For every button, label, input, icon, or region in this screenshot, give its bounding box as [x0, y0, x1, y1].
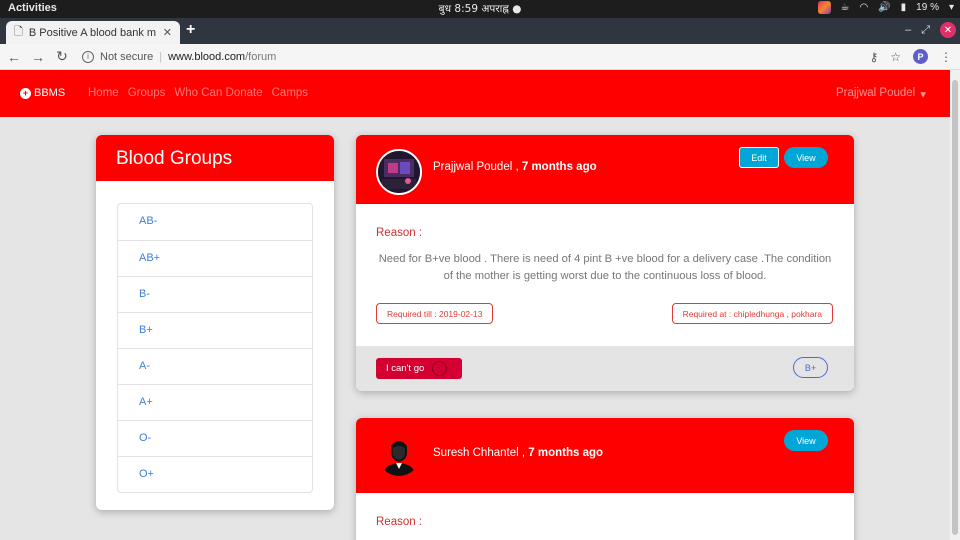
security-status[interactable]: Not secure	[100, 51, 153, 63]
url-separator: |	[159, 50, 163, 63]
post-header: Suresh Chhantel , 7 months ago View	[356, 418, 854, 493]
edit-button[interactable]: Edit	[739, 147, 779, 168]
profile-avatar[interactable]: P	[913, 49, 928, 64]
forward-icon[interactable]: →	[28, 49, 48, 65]
blood-groups-card: Blood Groups AB- AB+ B- B+ A- A+ O- O+	[96, 135, 334, 510]
blood-group-o-neg[interactable]: O-	[118, 420, 312, 456]
star-icon[interactable]: ☆	[890, 50, 901, 64]
reload-icon[interactable]: ↻	[52, 48, 72, 65]
user-silhouette-icon	[382, 441, 416, 476]
avatar	[376, 149, 422, 195]
blood-group-a-neg[interactable]: A-	[118, 348, 312, 384]
nav-link-groups[interactable]: Groups	[128, 87, 166, 99]
back-icon[interactable]: ←	[4, 49, 24, 65]
required-at-badge: Required at : chipledhunga , pokhara	[671, 303, 833, 324]
reason-label: Reason :	[376, 227, 423, 239]
request-post: Suresh Chhantel , 7 months ago View Reas…	[356, 418, 854, 540]
browser-actions: ⚷ ☆ P ⋮	[869, 49, 952, 64]
blood-drop-icon: +	[20, 87, 31, 99]
page-scrollbar[interactable]	[950, 70, 960, 540]
wifi-icon: ◠	[859, 2, 869, 13]
blood-groups-list: AB- AB+ B- B+ A- A+ O- O+	[117, 203, 313, 493]
blood-group-o-pos[interactable]: O+	[118, 456, 312, 492]
url-path[interactable]: /forum	[245, 51, 276, 63]
maximize-icon[interactable]: ⤢	[921, 24, 930, 37]
nav-links: Home Groups Who Can Donate Camps	[88, 87, 308, 99]
user-name: Prajjwal Poudel	[835, 87, 916, 99]
post-author[interactable]: Suresh Chhantel , 7 months ago	[433, 447, 603, 459]
required-till-badge: Required till : 2019-02-13	[376, 303, 494, 324]
url-host[interactable]: www.blood.com	[168, 51, 245, 63]
nav-link-who-can-donate[interactable]: Who Can Donate	[174, 87, 262, 99]
reason-text: Need for B+ve blood . There is need of 4…	[378, 253, 832, 282]
post-time: 7 months ago	[521, 161, 597, 173]
browser-tab[interactable]: 🗋 B Positive A blood bank m ✕	[6, 21, 180, 44]
cant-go-label: I can't go	[386, 363, 425, 374]
nav-link-home[interactable]: Home	[88, 87, 119, 99]
cant-go-button[interactable]: I can't go	[376, 358, 462, 379]
blood-group-b-pos[interactable]: B+	[118, 312, 312, 348]
user-menu[interactable]: Prajjwal Poudel ▾	[836, 87, 926, 101]
browser-tab-strip: 🗋 B Positive A blood bank m ✕ + – ⤢ ✕	[0, 18, 960, 44]
blood-group-a-pos[interactable]: A+	[118, 384, 312, 420]
view-button[interactable]: View	[784, 430, 828, 451]
os-top-bar: Activities बुध 8:59 अपराह्न ● ☕ ◠ 🔊 ▮ 19…	[0, 0, 960, 18]
blood-group-ab-neg[interactable]: AB-	[118, 204, 312, 240]
brand-name: BBMS	[34, 87, 66, 99]
site-navbar: + BBMS Home Groups Who Can Donate Camps …	[0, 70, 950, 117]
close-tab-icon[interactable]: ✕	[163, 26, 172, 39]
chevron-down-icon[interactable]: ▾	[949, 2, 954, 13]
os-system-tray[interactable]: ☕ ◠ 🔊 ▮ 19 % ▾	[817, 1, 954, 14]
new-tab-button[interactable]: +	[186, 21, 195, 39]
caret-down-icon: ▾	[920, 89, 926, 101]
address-bar-row: ← → ↻ i Not secure | www.blood.com/forum…	[0, 44, 960, 70]
post-footer: I can't go B+	[356, 346, 854, 391]
menu-icon[interactable]: ⋮	[940, 50, 952, 64]
info-icon[interactable]: i	[82, 50, 94, 63]
blood-group-ab-pos[interactable]: AB+	[118, 240, 312, 276]
battery-icon: ▮	[900, 2, 907, 13]
view-button[interactable]: View	[784, 147, 828, 168]
reason-label: Reason :	[376, 516, 423, 528]
app-indicator-icon[interactable]	[817, 1, 831, 14]
blood-groups-title: Blood Groups	[96, 135, 334, 181]
brand-link[interactable]: + BBMS	[20, 87, 65, 99]
os-clock[interactable]: बुध 8:59 अपराह्न ●	[0, 2, 960, 16]
scrollbar-thumb[interactable]	[952, 80, 958, 535]
avatar	[376, 432, 422, 478]
minimize-icon[interactable]: –	[905, 24, 911, 36]
circle-icon	[432, 361, 448, 376]
author-name: Prajjwal Poudel ,	[433, 161, 519, 173]
volume-icon: 🔊	[878, 2, 891, 13]
close-window-icon[interactable]: ✕	[940, 22, 956, 38]
tab-title: B Positive A blood bank m	[28, 26, 157, 39]
blood-group-badge[interactable]: B+	[793, 357, 828, 378]
blood-group-b-neg[interactable]: B-	[118, 276, 312, 312]
window-controls: – ⤢ ✕	[905, 22, 956, 38]
author-name: Suresh Chhantel ,	[433, 447, 526, 459]
nav-link-camps[interactable]: Camps	[272, 87, 308, 99]
battery-level: 19 %	[916, 2, 939, 13]
request-post: Prajjwal Poudel , 7 months ago Edit View…	[356, 135, 854, 391]
page-icon: 🗋	[14, 26, 23, 38]
coffee-icon[interactable]: ☕	[841, 2, 850, 13]
post-author[interactable]: Prajjwal Poudel , 7 months ago	[433, 161, 597, 173]
post-time: 7 months ago	[528, 447, 604, 459]
avatar-photo-icon	[378, 151, 420, 193]
post-header: Prajjwal Poudel , 7 months ago Edit View	[356, 135, 854, 204]
key-icon[interactable]: ⚷	[869, 50, 878, 64]
